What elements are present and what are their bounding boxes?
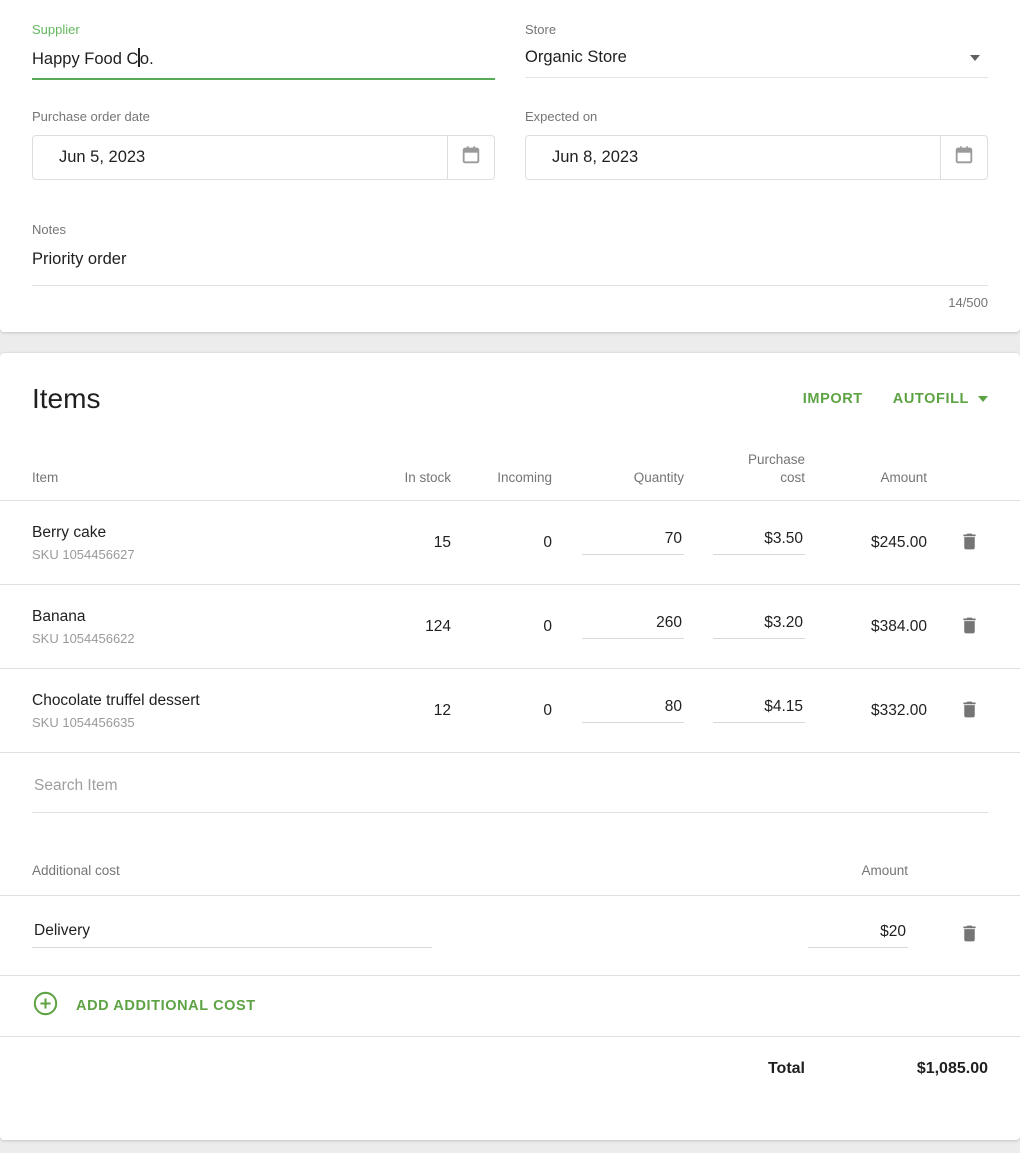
quantity-input[interactable]	[582, 614, 684, 639]
item-name: Chocolate truffel dessert	[32, 692, 351, 710]
additional-cost-name-input[interactable]	[32, 922, 432, 948]
additional-cost-row	[0, 896, 1020, 976]
amount-value: $384.00	[805, 618, 927, 636]
items-table-header: Item In stock Incoming Quantity Purchase…	[0, 415, 1020, 501]
purchase-cost-input[interactable]	[713, 530, 805, 555]
quantity-input[interactable]	[582, 530, 684, 555]
expected-on-input[interactable]: Jun 8, 2023	[526, 136, 940, 179]
incoming-value: 0	[451, 618, 552, 636]
expected-on-field: Expected on Jun 8, 2023	[525, 109, 988, 180]
delete-item-button[interactable]	[957, 697, 982, 725]
purchase-order-form-card: Supplier Happy Food Co. Store Organic St…	[0, 0, 1020, 332]
delete-item-button[interactable]	[957, 529, 982, 557]
trash-icon	[959, 540, 980, 555]
item-sku: SKU 1054456635	[32, 715, 351, 730]
purchase-cost-input[interactable]	[713, 614, 805, 639]
supplier-input[interactable]: Happy Food Co.	[32, 48, 495, 80]
col-header-purchase-cost: Purchase cost	[684, 451, 805, 487]
purchase-order-date-input[interactable]: Jun 5, 2023	[33, 136, 447, 179]
calendar-icon	[953, 144, 975, 171]
calendar-icon	[460, 144, 482, 171]
store-select[interactable]: Organic Store	[525, 48, 988, 78]
trash-icon	[959, 932, 980, 947]
quantity-input[interactable]	[582, 698, 684, 723]
purchase-cost-input[interactable]	[713, 698, 805, 723]
delete-additional-cost-button[interactable]	[957, 921, 982, 949]
expected-on-label: Expected on	[525, 109, 988, 124]
col-header-item: Item	[32, 469, 351, 487]
incoming-value: 0	[451, 702, 552, 720]
store-field: Store Organic Store	[525, 22, 988, 80]
purchase-order-date-box: Jun 5, 2023	[32, 135, 495, 180]
additional-cost-amount-header: Amount	[795, 862, 908, 880]
trash-icon	[959, 624, 980, 639]
notes-field: Notes Priority order 14/500	[32, 222, 988, 310]
search-item-input[interactable]	[32, 777, 988, 813]
add-additional-cost-button[interactable]: ADD ADDITIONAL COST	[0, 976, 1020, 1037]
in-stock-value: 124	[351, 618, 451, 636]
notes-char-counter: 14/500	[32, 295, 988, 310]
item-row: Chocolate truffel dessert SKU 1054456635…	[0, 669, 1020, 753]
purchase-order-date-label: Purchase order date	[32, 109, 495, 124]
additional-cost-name-header: Additional cost	[32, 862, 795, 880]
in-stock-value: 15	[351, 534, 451, 552]
plus-circle-icon	[32, 990, 59, 1022]
expected-on-calendar-button[interactable]	[940, 136, 987, 179]
additional-cost-amount-input[interactable]	[808, 923, 908, 948]
total-row: Total $1,085.00	[0, 1037, 1020, 1101]
chevron-down-icon	[978, 396, 988, 402]
chevron-down-icon	[970, 55, 980, 61]
total-label: Total	[768, 1060, 805, 1078]
store-label: Store	[525, 22, 988, 37]
item-name: Berry cake	[32, 524, 351, 542]
col-header-incoming: Incoming	[451, 469, 552, 487]
import-button[interactable]: IMPORT	[803, 391, 863, 407]
autofill-button[interactable]: AUTOFILL	[893, 391, 988, 407]
purchase-order-date-calendar-button[interactable]	[447, 136, 494, 179]
item-sku: SKU 1054456627	[32, 547, 351, 562]
expected-on-date-box: Jun 8, 2023	[525, 135, 988, 180]
item-row: Berry cake SKU 1054456627 15 0 $245.00	[0, 501, 1020, 585]
col-header-amount: Amount	[805, 469, 927, 487]
trash-icon	[959, 708, 980, 723]
col-header-quantity: Quantity	[552, 469, 684, 487]
item-cell: Banana SKU 1054456622	[32, 608, 351, 646]
notes-input[interactable]: Priority order	[32, 250, 988, 286]
items-title: Items	[32, 383, 100, 415]
delete-item-button[interactable]	[957, 613, 982, 641]
item-sku: SKU 1054456622	[32, 631, 351, 646]
item-cell: Chocolate truffel dessert SKU 1054456635	[32, 692, 351, 730]
purchase-order-date-field: Purchase order date Jun 5, 2023	[32, 109, 495, 180]
additional-cost-header: Additional cost Amount	[0, 862, 1020, 895]
item-row: Banana SKU 1054456622 124 0 $384.00	[0, 585, 1020, 669]
item-name: Banana	[32, 608, 351, 626]
notes-label: Notes	[32, 222, 988, 237]
store-value: Organic Store	[525, 48, 627, 67]
items-card: Items IMPORT AUTOFILL Item In stock Inco…	[0, 353, 1020, 1140]
supplier-label: Supplier	[32, 22, 495, 37]
item-cell: Berry cake SKU 1054456627	[32, 524, 351, 562]
total-value: $1,085.00	[805, 1060, 988, 1078]
supplier-field: Supplier Happy Food Co.	[32, 22, 495, 80]
incoming-value: 0	[451, 534, 552, 552]
in-stock-value: 12	[351, 702, 451, 720]
amount-value: $245.00	[805, 534, 927, 552]
amount-value: $332.00	[805, 702, 927, 720]
col-header-in-stock: In stock	[351, 469, 451, 487]
add-additional-cost-label: ADD ADDITIONAL COST	[76, 998, 256, 1014]
